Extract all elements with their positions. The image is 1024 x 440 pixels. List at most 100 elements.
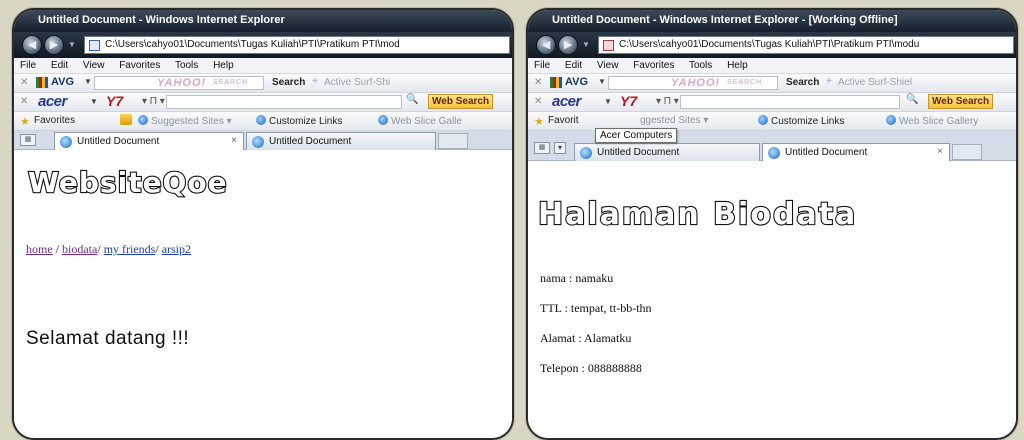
tab-label: Untitled Document [597, 147, 680, 158]
tab-close-icon[interactable]: × [937, 146, 943, 157]
favorites-button[interactable]: Favorit [548, 115, 579, 126]
tab-untitled-1[interactable]: Untitled Document × [54, 132, 244, 150]
avg-logo-icon [36, 77, 48, 88]
chevron-down-icon[interactable]: ▼ [598, 77, 606, 86]
quick-tabs-icon[interactable]: ▦ [534, 142, 550, 154]
acer-toolbar: ✕ acer ▼ Y7 ▾ П ▾ 🔍 Web Search [14, 93, 512, 112]
window-title: Untitled Document - Windows Internet Exp… [528, 10, 1016, 32]
suggested-sites-link[interactable]: ggested Sites ▾ [640, 115, 708, 126]
menu-help[interactable]: Help [213, 60, 234, 71]
chevron-down-icon[interactable]: ▼ [604, 97, 612, 106]
menu-tools[interactable]: Tools [175, 60, 198, 71]
address-text: C:\Users\cahyo01\Documents\Tugas Kuliah\… [105, 39, 400, 50]
customize-links-link[interactable]: Customize Links [256, 115, 342, 127]
nav-arsip-link[interactable]: arsip2 [162, 242, 191, 256]
nav-home-link[interactable]: home [26, 242, 53, 256]
suggested-sites-label: ggested Sites [640, 115, 701, 126]
web-search-button[interactable]: Web Search [428, 94, 494, 109]
address-row: ◀ ▶ ▼ C:\Users\cahyo01\Documents\Tugas K… [528, 32, 1016, 58]
address-bar[interactable]: C:\Users\cahyo01\Documents\Tugas Kuliah\… [598, 36, 1014, 54]
tab-untitled-1[interactable]: Untitled Document [574, 143, 760, 161]
search-icon[interactable]: 🔍 [906, 94, 918, 105]
favorites-button[interactable]: Favorites [34, 115, 75, 126]
web-search-button[interactable]: Web Search [928, 94, 994, 109]
new-tab-button[interactable] [438, 133, 468, 149]
tab-close-icon[interactable]: × [231, 135, 237, 146]
menu-bar: File Edit View Favorites Tools Help [528, 58, 1016, 74]
close-icon[interactable]: ✕ [20, 77, 28, 88]
menu-file[interactable]: File [20, 60, 36, 71]
close-icon[interactable]: ✕ [534, 77, 542, 88]
tab-label: Untitled Document [785, 147, 868, 158]
back-button[interactable]: ◀ [22, 35, 42, 55]
plus-icon[interactable]: + [312, 76, 318, 87]
y7-logo[interactable]: Y7 [106, 93, 123, 109]
search-button[interactable]: Search [272, 77, 305, 88]
plus-icon[interactable]: + [826, 76, 832, 87]
web-slice-gallery-link[interactable]: Web Slice Galle [378, 115, 462, 127]
avg-toolbar: ✕ AVG ▼ YAHOO! SEARCH Search + Active Su… [14, 74, 512, 93]
web-slice-gallery-label: Web Slice Galle [391, 116, 462, 127]
nav-biodata-link[interactable]: biodata [62, 242, 97, 256]
avg-button[interactable]: AVG [565, 76, 588, 88]
close-icon[interactable]: ✕ [20, 96, 28, 107]
bio-alamat: Alamat : Alamatku [540, 331, 632, 345]
frame-icon[interactable]: ▾ П ▾ [142, 96, 165, 107]
bio-telepon: Telepon : 088888888 [540, 361, 642, 375]
page-title: Halaman Biodata [537, 196, 858, 233]
back-button[interactable]: ◀ [536, 35, 556, 55]
acer-logo[interactable]: acer [38, 93, 67, 110]
tab-label: Untitled Document [77, 136, 160, 147]
menu-view[interactable]: View [83, 60, 105, 71]
avg-logo-icon [550, 77, 562, 88]
chevron-down-icon[interactable]: ▼ [84, 77, 92, 86]
history-dropdown-icon[interactable]: ▼ [68, 40, 76, 49]
menu-tools[interactable]: Tools [689, 60, 712, 71]
quick-tabs-icon[interactable]: ▦ [20, 134, 36, 146]
acer-tooltip: Acer Computers [595, 128, 678, 143]
chevron-down-icon[interactable]: ▼ [90, 97, 98, 106]
acer-logo[interactable]: acer [552, 93, 581, 110]
menu-file[interactable]: File [534, 60, 550, 71]
favorites-bar: ★ Favorites Suggested Sites ▾ Customize … [14, 112, 512, 131]
search-button[interactable]: Search [786, 77, 819, 88]
add-favorite-icon[interactable] [120, 114, 132, 125]
ie-icon [256, 115, 266, 125]
yahoo-search-watermark: SEARCH [213, 79, 249, 86]
quick-tabs-dropdown-icon[interactable]: ▾ [554, 142, 566, 154]
window-title: Untitled Document - Windows Internet Exp… [14, 10, 512, 32]
yahoo-search-input[interactable]: YAHOO! SEARCH [608, 76, 778, 90]
close-icon[interactable]: ✕ [534, 96, 542, 107]
menu-edit[interactable]: Edit [565, 60, 582, 71]
menu-edit[interactable]: Edit [51, 60, 68, 71]
customize-links-label: Customize Links [771, 116, 845, 127]
bio-nama: nama : namaku [540, 271, 614, 285]
menu-help[interactable]: Help [727, 60, 748, 71]
customize-links-link[interactable]: Customize Links [758, 115, 844, 127]
forward-button[interactable]: ▶ [44, 35, 64, 55]
active-surf-shield[interactable]: Active Surf-Shiel [838, 77, 912, 88]
history-dropdown-icon[interactable]: ▼ [582, 40, 590, 49]
yahoo-watermark: YAHOO! [157, 77, 207, 89]
suggested-sites-link[interactable]: Suggested Sites ▾ [138, 115, 232, 127]
web-search-input[interactable] [166, 95, 402, 109]
yahoo-search-input[interactable]: YAHOO! SEARCH [94, 76, 264, 90]
ie-icon [886, 115, 896, 125]
frame-icon[interactable]: ▾ П ▾ [656, 96, 679, 107]
web-search-input[interactable] [680, 95, 900, 109]
ie-icon [138, 115, 148, 125]
menu-favorites[interactable]: Favorites [119, 60, 160, 71]
new-tab-button[interactable] [952, 144, 982, 160]
search-icon[interactable]: 🔍 [406, 94, 418, 105]
forward-button[interactable]: ▶ [558, 35, 578, 55]
y7-logo[interactable]: Y7 [620, 93, 637, 109]
nav-friends-link[interactable]: my friends [104, 242, 156, 256]
web-slice-gallery-link[interactable]: Web Slice Gallery [886, 115, 978, 127]
active-surf-shield[interactable]: Active Surf-Shi [324, 77, 390, 88]
tab-untitled-2[interactable]: Untitled Document [246, 132, 436, 150]
avg-button[interactable]: AVG [51, 76, 74, 88]
tab-untitled-2[interactable]: Untitled Document × [762, 143, 950, 161]
menu-view[interactable]: View [597, 60, 619, 71]
menu-favorites[interactable]: Favorites [633, 60, 674, 71]
address-bar[interactable]: C:\Users\cahyo01\Documents\Tugas Kuliah\… [84, 36, 510, 54]
